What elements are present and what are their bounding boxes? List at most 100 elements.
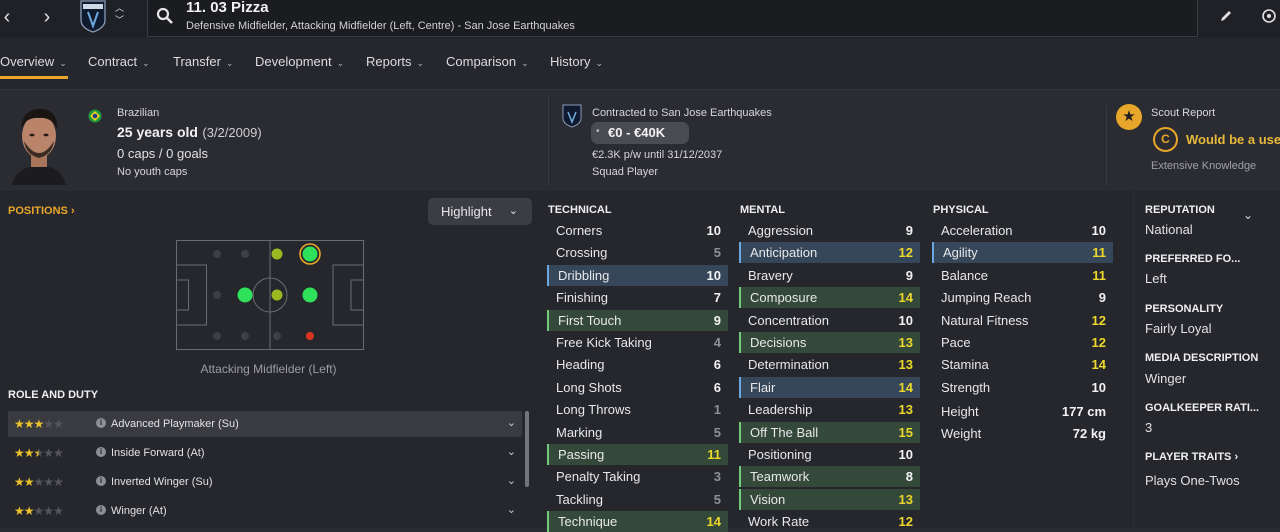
attribute-row-concentration[interactable]: Concentration 10 [739, 310, 920, 331]
attribute-row-anticipation[interactable]: Anticipation 12 [739, 242, 920, 264]
role-name: Advanced Playmaker (Su) [111, 418, 239, 430]
attribute-row-off-the-ball[interactable]: Off The Ball 15 [739, 421, 920, 443]
attribute-row-vision[interactable]: Vision 13 [739, 488, 920, 510]
chevron-down-icon[interactable]: ⌄ [507, 474, 516, 487]
role-rating-stars: ★★★★★ [14, 475, 64, 489]
highlight-dropdown[interactable]: Highlight ⌄ [428, 198, 532, 225]
attribute-value: 13 [898, 357, 913, 373]
attribute-row-tackling[interactable]: Tackling 5 [547, 489, 728, 510]
attributes-panel: TECHNICAL MENTAL PHYSICAL Corners 10 Cross… [537, 191, 1133, 532]
tab-transfer[interactable]: Transfer ⌄ [173, 54, 233, 69]
attribute-value: 14 [1091, 357, 1106, 373]
attribute-row-technique[interactable]: Technique 14 [547, 511, 728, 532]
tab-development[interactable]: Development ⌄ [255, 54, 344, 69]
attribute-row-dribbling[interactable]: Dribbling 10 [547, 264, 728, 286]
attribute-row-agility[interactable]: Agility 11 [932, 242, 1113, 264]
attribute-row-pace[interactable]: Pace 12 [932, 332, 1113, 353]
attribute-row-decisions[interactable]: Decisions 13 [739, 332, 920, 353]
player-name: 11. 03 Pizza [186, 0, 269, 16]
info-icon[interactable]: i [96, 418, 106, 428]
attribute-row-natural-fitness[interactable]: Natural Fitness 12 [932, 310, 1113, 331]
attribute-value: 13 [898, 491, 913, 507]
attribute-value: 11 [707, 447, 721, 462]
attribute-row-passing[interactable]: Passing 11 [547, 444, 728, 465]
attribute-row-stamina[interactable]: Stamina 14 [932, 354, 1113, 375]
attribute-value: 12 [898, 245, 913, 261]
attribute-value: 11 [1092, 267, 1106, 283]
attribute-row-long-shots[interactable]: Long Shots 6 [547, 377, 728, 398]
positions-header[interactable]: POSITIONS › [8, 205, 75, 217]
position-caption: Attacking Midfielder (Left) [200, 362, 337, 376]
chevron-down-icon[interactable]: ⌄ [1243, 208, 1253, 222]
info-icon[interactable]: i [96, 476, 106, 486]
attribute-row-penalty-taking[interactable]: Penalty Taking 3 [547, 466, 728, 487]
attribute-row-aggression[interactable]: Aggression 9 [739, 220, 920, 241]
attribute-row-free-kick-taking[interactable]: Free Kick Taking 4 [547, 332, 728, 353]
attribute-name: Heading [556, 357, 605, 373]
tab-history[interactable]: History ⌄ [550, 54, 603, 69]
attribute-name: Flair [750, 379, 776, 395]
attribute-row-corners[interactable]: Corners 10 [547, 220, 728, 241]
chevron-down-icon[interactable]: ⌄ [507, 445, 516, 458]
attribute-row-marking[interactable]: Marking 5 [547, 422, 728, 443]
tab-comparison[interactable]: Comparison ⌄ [446, 54, 529, 69]
attribute-row-acceleration[interactable]: Acceleration 10 [932, 220, 1113, 241]
attribute-row-heading[interactable]: Heading 6 [547, 354, 728, 375]
attribute-value: 7 [713, 290, 721, 306]
attribute-row-flair[interactable]: Flair 14 [739, 376, 920, 398]
attribute-row-first-touch[interactable]: First Touch 9 [547, 309, 728, 331]
attribute-row-bravery[interactable]: Bravery 9 [739, 265, 920, 286]
chevron-down-icon[interactable]: ⌄ [507, 416, 516, 429]
physical-title: PHYSICAL [933, 204, 989, 216]
role-row[interactable]: ★★★★★ i Inside Forward (At) ⌄ [8, 440, 522, 466]
attribute-name: Crossing [556, 245, 608, 261]
info-icon[interactable]: i [96, 447, 106, 457]
value-badge[interactable]: • €0 - €40K [591, 122, 689, 144]
attribute-value: 9 [905, 223, 913, 238]
tab-contract[interactable]: Contract ⌄ [88, 54, 150, 69]
info-icon[interactable]: i [96, 505, 106, 515]
player-traits-title[interactable]: PLAYER TRAITS › [1145, 451, 1238, 463]
attribute-value: 4 [713, 335, 721, 350]
attribute-value: 10 [1091, 223, 1106, 238]
chevron-down-icon: ⌄ [508, 205, 518, 217]
prev-next-player-arrows[interactable]: ︿ ﹀ [115, 2, 124, 26]
attribute-row-strength[interactable]: Strength 10 [932, 377, 1113, 398]
transfer-value: €0 - €40K [608, 125, 666, 140]
attribute-row-teamwork[interactable]: Teamwork 8 [739, 466, 920, 488]
attribute-row-long-throws[interactable]: Long Throws 1 [547, 399, 728, 420]
attribute-value: 10 [1091, 379, 1106, 395]
forward-arrow-icon[interactable]: › [36, 6, 58, 28]
back-arrow-icon[interactable]: ‹ [0, 6, 18, 28]
attribute-value: 5 [713, 424, 721, 440]
measure-label: Weight [941, 426, 982, 441]
club-badge[interactable] [79, 0, 107, 33]
scrollbar[interactable] [525, 411, 529, 487]
attribute-value: 12 [1091, 312, 1106, 328]
divider [1106, 105, 1107, 185]
scout-summary: Would be a usef [1186, 132, 1280, 147]
attribute-row-finishing[interactable]: Finishing 7 [547, 287, 728, 308]
chevron-down-icon[interactable]: ⌄ [507, 503, 516, 516]
attribute-row-positioning[interactable]: Positioning 10 [739, 444, 920, 465]
tab-overview[interactable]: Overview ⌄ [0, 54, 67, 69]
tab-reports[interactable]: Reports ⌄ [366, 54, 424, 69]
attribute-row-composure[interactable]: Composure 14 [739, 287, 920, 309]
pin-icon[interactable] [1261, 8, 1277, 29]
info-panel: REPUTATION ⌄ National PREFERRED FO... Le… [1135, 191, 1280, 528]
attribute-row-determination[interactable]: Determination 13 [739, 354, 920, 375]
attribute-row-balance[interactable]: Balance 11 [932, 265, 1113, 286]
attribute-row-leadership[interactable]: Leadership 13 [739, 399, 920, 420]
attribute-value: 13 [898, 335, 913, 350]
search-icon[interactable] [156, 7, 174, 30]
role-row[interactable]: ★★★★★ i Advanced Playmaker (Su) ⌄ [8, 411, 522, 437]
tab-bar: Overview ⌄ Contract ⌄ Transfer ⌄ Developmen… [0, 38, 1280, 90]
attribute-row-crossing[interactable]: Crossing 5 [547, 242, 728, 263]
edit-pencil-icon[interactable] [1219, 9, 1233, 28]
attribute-name: Decisions [750, 335, 807, 350]
positions-panel: POSITIONS › Highlight ⌄ Attacking Midfie… [0, 191, 537, 528]
role-row[interactable]: ★★★★★ i Inverted Winger (Su) ⌄ [8, 469, 522, 495]
attribute-row-work-rate[interactable]: Work Rate 12 [739, 511, 920, 532]
attribute-row-jumping-reach[interactable]: Jumping Reach 9 [932, 287, 1113, 308]
role-row[interactable]: ★★★★★ i Winger (At) ⌄ [8, 498, 522, 524]
